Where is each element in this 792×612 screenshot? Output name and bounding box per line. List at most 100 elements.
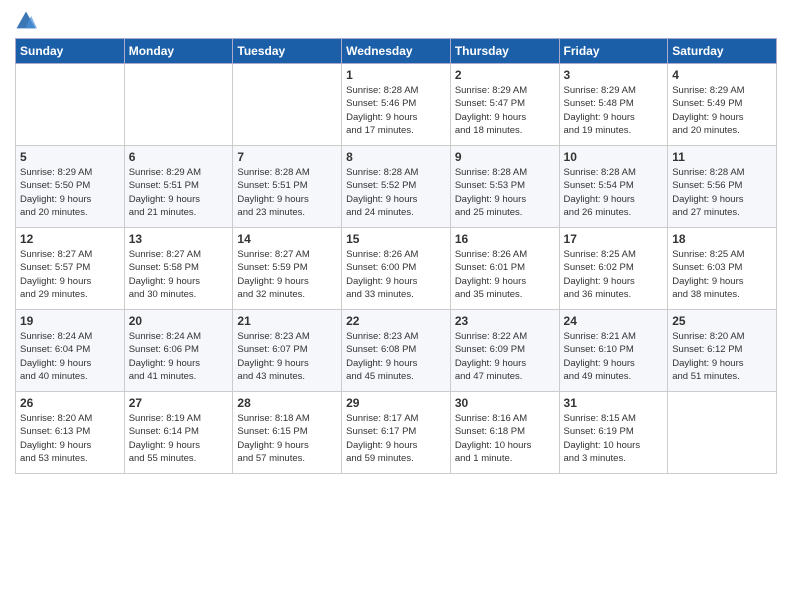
day-info: Sunrise: 8:16 AM Sunset: 6:18 PM Dayligh… [455,412,555,465]
day-info: Sunrise: 8:15 AM Sunset: 6:19 PM Dayligh… [564,412,664,465]
column-header-saturday: Saturday [668,39,777,64]
day-number: 10 [564,150,664,164]
calendar-cell: 20 Sunrise: 8:24 AM Sunset: 6:06 PM Dayli… [124,310,233,392]
calendar-cell: 15 Sunrise: 8:26 AM Sunset: 6:00 PM Dayli… [342,228,451,310]
day-info: Sunrise: 8:17 AM Sunset: 6:17 PM Dayligh… [346,412,446,465]
calendar-cell: 5Sunrise: 8:29 AM Sunset: 5:50 PM Daylig… [16,146,125,228]
calendar-cell: 27Sunrise: 8:19 AM Sunset: 6:14 PM Dayli… [124,392,233,474]
day-number: 16 [455,232,555,246]
calendar-cell: 19 Sunrise: 8:24 AM Sunset: 6:04 PM Dayli… [16,310,125,392]
day-info: Sunrise: 8:24 AM Sunset: 6:04 PM Dayligh… [20,330,120,383]
calendar-header-row: SundayMondayTuesdayWednesdayThursdayFrid… [16,39,777,64]
day-number: 14 [237,232,337,246]
calendar-cell: 25Sunrise: 8:20 AM Sunset: 6:12 PM Dayli… [668,310,777,392]
day-number: 4 [672,68,772,82]
day-number: 12 [20,232,120,246]
day-info: Sunrise: 8:28 AM Sunset: 5:56 PM Dayligh… [672,166,772,219]
day-info: Sunrise: 8:26 AM Sunset: 6:00 PM Dayligh… [346,248,446,301]
calendar-cell: 24Sunrise: 8:21 AM Sunset: 6:10 PM Dayli… [559,310,668,392]
calendar-cell: 23Sunrise: 8:22 AM Sunset: 6:09 PM Dayli… [450,310,559,392]
day-number: 13 [129,232,229,246]
day-number: 29 [346,396,446,410]
day-info: Sunrise: 8:23 AM Sunset: 6:08 PM Dayligh… [346,330,446,383]
calendar-week-row: 12 Sunrise: 8:27 AM Sunset: 5:57 PM Dayli… [16,228,777,310]
day-info: Sunrise: 8:28 AM Sunset: 5:51 PM Dayligh… [237,166,337,219]
column-header-thursday: Thursday [450,39,559,64]
day-number: 11 [672,150,772,164]
day-info: Sunrise: 8:27 AM Sunset: 5:58 PM Dayligh… [129,248,229,301]
calendar-cell: 2 Sunrise: 8:29 AM Sunset: 5:47 PM Daylig… [450,64,559,146]
day-info: Sunrise: 8:25 AM Sunset: 6:02 PM Dayligh… [564,248,664,301]
day-info: Sunrise: 8:26 AM Sunset: 6:01 PM Dayligh… [455,248,555,301]
day-info: Sunrise: 8:29 AM Sunset: 5:47 PM Dayligh… [455,84,555,137]
calendar-cell: 17 Sunrise: 8:25 AM Sunset: 6:02 PM Dayli… [559,228,668,310]
day-info: Sunrise: 8:29 AM Sunset: 5:49 PM Dayligh… [672,84,772,137]
day-number: 22 [346,314,446,328]
day-number: 6 [129,150,229,164]
day-info: Sunrise: 8:20 AM Sunset: 6:13 PM Dayligh… [20,412,120,465]
calendar-cell: 28 Sunrise: 8:18 AM Sunset: 6:15 PM Dayli… [233,392,342,474]
day-info: Sunrise: 8:27 AM Sunset: 5:57 PM Dayligh… [20,248,120,301]
day-number: 28 [237,396,337,410]
day-number: 15 [346,232,446,246]
day-number: 1 [346,68,446,82]
day-number: 27 [129,396,229,410]
calendar-cell [668,392,777,474]
calendar-cell: 26 Sunrise: 8:20 AM Sunset: 6:13 PM Dayli… [16,392,125,474]
day-info: Sunrise: 8:28 AM Sunset: 5:53 PM Dayligh… [455,166,555,219]
day-info: Sunrise: 8:28 AM Sunset: 5:46 PM Dayligh… [346,84,446,137]
calendar-cell: 9 Sunrise: 8:28 AM Sunset: 5:53 PM Daylig… [450,146,559,228]
day-info: Sunrise: 8:22 AM Sunset: 6:09 PM Dayligh… [455,330,555,383]
calendar-cell: 14 Sunrise: 8:27 AM Sunset: 5:59 PM Dayli… [233,228,342,310]
calendar-cell: 21Sunrise: 8:23 AM Sunset: 6:07 PM Dayli… [233,310,342,392]
column-header-friday: Friday [559,39,668,64]
day-info: Sunrise: 8:23 AM Sunset: 6:07 PM Dayligh… [237,330,337,383]
calendar-week-row: 5Sunrise: 8:29 AM Sunset: 5:50 PM Daylig… [16,146,777,228]
calendar-cell: 3 Sunrise: 8:29 AM Sunset: 5:48 PM Daylig… [559,64,668,146]
day-number: 17 [564,232,664,246]
day-number: 26 [20,396,120,410]
day-number: 19 [20,314,120,328]
day-number: 25 [672,314,772,328]
column-header-tuesday: Tuesday [233,39,342,64]
day-number: 5 [20,150,120,164]
calendar-cell: 18 Sunrise: 8:25 AM Sunset: 6:03 PM Dayli… [668,228,777,310]
calendar-table: SundayMondayTuesdayWednesdayThursdayFrid… [15,38,777,474]
day-number: 2 [455,68,555,82]
calendar-week-row: 26 Sunrise: 8:20 AM Sunset: 6:13 PM Dayli… [16,392,777,474]
calendar-cell: 11 Sunrise: 8:28 AM Sunset: 5:56 PM Dayli… [668,146,777,228]
column-header-sunday: Sunday [16,39,125,64]
page-container: SundayMondayTuesdayWednesdayThursdayFrid… [0,0,792,484]
calendar-cell [16,64,125,146]
day-number: 30 [455,396,555,410]
day-number: 7 [237,150,337,164]
day-info: Sunrise: 8:18 AM Sunset: 6:15 PM Dayligh… [237,412,337,465]
calendar-cell: 6Sunrise: 8:29 AM Sunset: 5:51 PM Daylig… [124,146,233,228]
calendar-cell: 29 Sunrise: 8:17 AM Sunset: 6:17 PM Dayli… [342,392,451,474]
calendar-cell: 16 Sunrise: 8:26 AM Sunset: 6:01 PM Dayli… [450,228,559,310]
calendar-cell: 1 Sunrise: 8:28 AM Sunset: 5:46 PM Daylig… [342,64,451,146]
calendar-week-row: 19 Sunrise: 8:24 AM Sunset: 6:04 PM Dayli… [16,310,777,392]
calendar-cell: 30 Sunrise: 8:16 AM Sunset: 6:18 PM Dayli… [450,392,559,474]
column-header-wednesday: Wednesday [342,39,451,64]
day-info: Sunrise: 8:24 AM Sunset: 6:06 PM Dayligh… [129,330,229,383]
logo-icon [15,10,37,32]
calendar-cell [233,64,342,146]
day-number: 3 [564,68,664,82]
column-header-monday: Monday [124,39,233,64]
day-info: Sunrise: 8:27 AM Sunset: 5:59 PM Dayligh… [237,248,337,301]
day-info: Sunrise: 8:21 AM Sunset: 6:10 PM Dayligh… [564,330,664,383]
calendar-cell: 10Sunrise: 8:28 AM Sunset: 5:54 PM Dayli… [559,146,668,228]
day-number: 20 [129,314,229,328]
calendar-cell: 12 Sunrise: 8:27 AM Sunset: 5:57 PM Dayli… [16,228,125,310]
day-number: 9 [455,150,555,164]
day-number: 18 [672,232,772,246]
day-info: Sunrise: 8:29 AM Sunset: 5:48 PM Dayligh… [564,84,664,137]
calendar-cell: 31 Sunrise: 8:15 AM Sunset: 6:19 PM Dayli… [559,392,668,474]
calendar-cell [124,64,233,146]
day-number: 8 [346,150,446,164]
day-info: Sunrise: 8:25 AM Sunset: 6:03 PM Dayligh… [672,248,772,301]
calendar-cell: 22 Sunrise: 8:23 AM Sunset: 6:08 PM Dayli… [342,310,451,392]
calendar-cell: 4 Sunrise: 8:29 AM Sunset: 5:49 PM Daylig… [668,64,777,146]
day-number: 31 [564,396,664,410]
